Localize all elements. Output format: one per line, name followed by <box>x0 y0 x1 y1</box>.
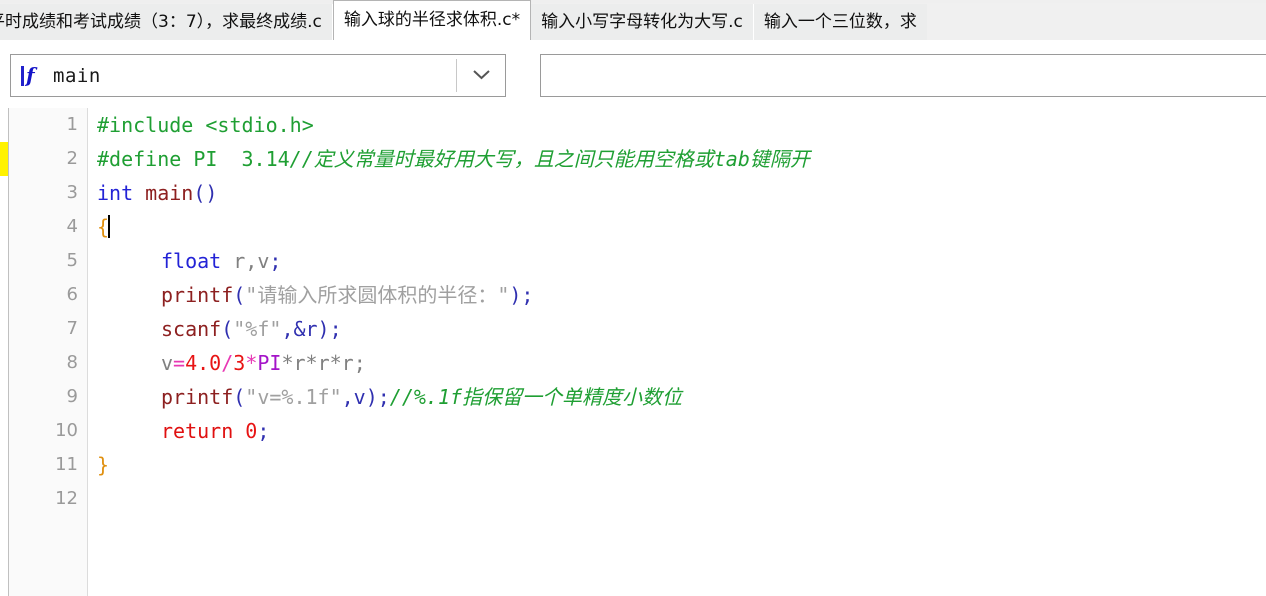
token-punct-tail: ,&r); <box>281 317 342 341</box>
divider <box>456 59 457 92</box>
token-expression-tail: *r*r*r; <box>281 351 366 375</box>
line-number: 9 <box>66 386 78 407</box>
token-string: "v=%.1f" <box>245 385 342 409</box>
code-line-10[interactable]: return 0; <box>161 414 269 448</box>
text-cursor <box>108 215 111 238</box>
change-marker-strip <box>0 108 8 596</box>
token-function: printf <box>161 385 234 409</box>
change-marker-line-2 <box>0 142 8 176</box>
token-comment: //定义常量时最好用大写，且之间只能用空格或tab键隔开 <box>289 147 810 171</box>
token-constant: PI <box>257 351 282 375</box>
token-punct-tail: ); <box>509 283 534 307</box>
editor-tab-bar: 平时成绩和考试成绩（3：7），求最终成绩.c 输入球的半径求体积.c* 输入小写… <box>0 0 1266 40</box>
token-punct: ( <box>233 385 246 409</box>
line-number: 4 <box>66 216 78 237</box>
token-function: printf <box>161 283 234 307</box>
line-number: 5 <box>66 250 78 271</box>
line-number: 1 <box>66 114 78 135</box>
code-line-5[interactable]: float r,v; <box>161 244 281 278</box>
token-brace-close: } <box>97 453 110 477</box>
line-number: 10 <box>55 420 78 441</box>
secondary-nav-panel[interactable] <box>540 54 1266 97</box>
token-identifier: r,v <box>221 249 270 273</box>
function-icon-glyph: f <box>26 62 35 87</box>
token-punct: () <box>193 181 218 205</box>
token-comment: //%.1f指保留一个单精度小数位 <box>389 385 683 409</box>
line-number: 8 <box>66 352 78 373</box>
code-line-1[interactable]: #include <stdio.h> <box>97 108 314 142</box>
tab-3[interactable]: 输入一个三位数，求 <box>753 4 927 40</box>
token-number: 4.0 <box>185 351 222 375</box>
tab-0[interactable]: 平时成绩和考试成绩（3：7），求最终成绩.c <box>0 4 333 40</box>
token-operator: / <box>221 351 234 375</box>
token-operator: * <box>245 351 258 375</box>
code-line-3[interactable]: int main() <box>97 176 217 210</box>
line-number: 2 <box>66 148 78 169</box>
token-punct-tail: ,v); <box>341 385 390 409</box>
tab-1-active[interactable]: 输入球的半径求体积.c* <box>332 0 532 40</box>
code-line-7[interactable]: scanf("%f",&r); <box>161 312 342 346</box>
function-icon: f <box>21 62 41 88</box>
token-number: 3 <box>233 351 246 375</box>
tab-2[interactable]: 输入小写字母转化为大写.c <box>531 4 754 40</box>
code-text-area[interactable]: #include <stdio.h> #define PI 3.14//定义常量… <box>89 108 1266 596</box>
token-punct: ( <box>233 283 246 307</box>
navigation-bar: f main <box>0 40 1266 108</box>
token-preprocessor: #define PI 3.14 <box>97 147 290 171</box>
token-string: "%f" <box>233 317 282 341</box>
tab-label: 平时成绩和考试成绩（3：7），求最终成绩.c <box>0 11 322 32</box>
line-number: 6 <box>66 284 78 305</box>
token-string: "请输入所求圆体积的半径：" <box>245 283 510 307</box>
token-operator: = <box>173 351 186 375</box>
function-selector-value: main <box>53 64 101 87</box>
chevron-down-icon[interactable] <box>472 69 491 80</box>
code-line-2[interactable]: #define PI 3.14//定义常量时最好用大写，且之间只能用空格或tab… <box>97 142 810 176</box>
token-punct: ( <box>221 317 234 341</box>
code-line-4[interactable]: { <box>97 210 111 244</box>
code-editor[interactable]: 1 2 3 4 5 6 7 8 9 10 11 12 #include <std… <box>0 108 1266 596</box>
token-punct: ; <box>269 249 282 273</box>
token-function: scanf <box>161 317 222 341</box>
line-number: 3 <box>66 182 78 203</box>
token-number: 0 <box>245 419 258 443</box>
token-preprocessor: #include <stdio.h> <box>97 113 314 137</box>
token-keyword: int <box>97 181 134 205</box>
token-return-keyword: return <box>161 419 234 443</box>
tab-label: 输入一个三位数，求 <box>763 11 917 32</box>
line-number: 7 <box>66 318 78 339</box>
code-line-11[interactable]: } <box>97 448 109 482</box>
line-number-gutter: 1 2 3 4 5 6 7 8 9 10 11 12 <box>8 108 88 596</box>
line-number: 11 <box>55 454 78 475</box>
tab-label: 输入小写字母转化为大写.c <box>541 11 743 32</box>
token-identifier: v <box>161 351 174 375</box>
token-keyword: float <box>161 249 222 273</box>
token-punct: ; <box>257 419 270 443</box>
line-number: 12 <box>55 488 78 509</box>
tab-label: 输入球的半径求体积.c* <box>343 10 521 30</box>
code-line-8[interactable]: v=4.0/3*PI*r*r*r; <box>161 346 366 380</box>
code-line-9[interactable]: printf("v=%.1f",v);//%.1f指保留一个单精度小数位 <box>161 380 682 414</box>
token-function: main <box>145 181 194 205</box>
code-line-6[interactable]: printf("请输入所求圆体积的半径："); <box>161 278 533 312</box>
function-selector[interactable]: f main <box>10 54 506 97</box>
editor-window: 平时成绩和考试成绩（3：7），求最终成绩.c 输入球的半径求体积.c* 输入小写… <box>0 0 1266 596</box>
